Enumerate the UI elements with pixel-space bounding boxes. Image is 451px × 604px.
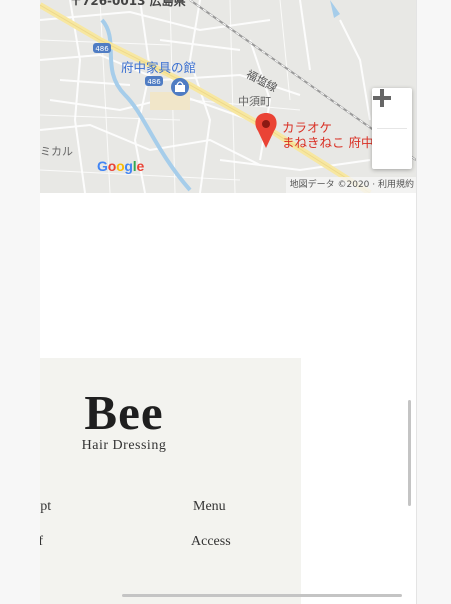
postal-code-label: 〒726-0013 広島県	[70, 0, 186, 8]
poi-label-line2[interactable]: まねきねこ 府中	[282, 132, 373, 151]
zoom-out-button[interactable]	[372, 96, 412, 169]
footer-link-access[interactable]: Access	[191, 534, 231, 550]
minus-icon	[373, 96, 391, 100]
route-badge-1: 486	[95, 45, 109, 53]
google-logo[interactable]: Google	[97, 158, 144, 174]
brand-logo[interactable]: Bee	[69, 384, 179, 442]
store-label: 府中家具の館	[121, 60, 197, 75]
route-badge-2: 486	[147, 78, 161, 86]
place-label: ミカル	[40, 145, 73, 158]
town-label: 中須町	[238, 95, 271, 108]
embedded-map[interactable]: 486 486 〒726-0013 広島県 府中家具の館 福塩線 中須町 ミカル…	[40, 0, 416, 193]
horizontal-scrollbar[interactable]	[122, 594, 402, 597]
vertical-scrollbar[interactable]	[408, 400, 411, 506]
footer-link-menu[interactable]: Menu	[193, 499, 226, 515]
shopping-bag-icon	[171, 78, 189, 96]
footer-card: Bee Hair Dressing ept Menu ff Access	[40, 358, 301, 604]
footer-link-concept[interactable]: ept	[40, 499, 51, 515]
brand-subtitle: Hair Dressing	[81, 438, 167, 453]
footer-link-staff[interactable]: ff	[40, 534, 43, 550]
map-attribution[interactable]: 地図データ ©2020 · 利用規約	[285, 177, 416, 193]
page-frame: 486 486 〒726-0013 広島県 府中家具の館 福塩線 中須町 ミカル…	[40, 0, 416, 604]
zoom-control	[372, 88, 412, 169]
